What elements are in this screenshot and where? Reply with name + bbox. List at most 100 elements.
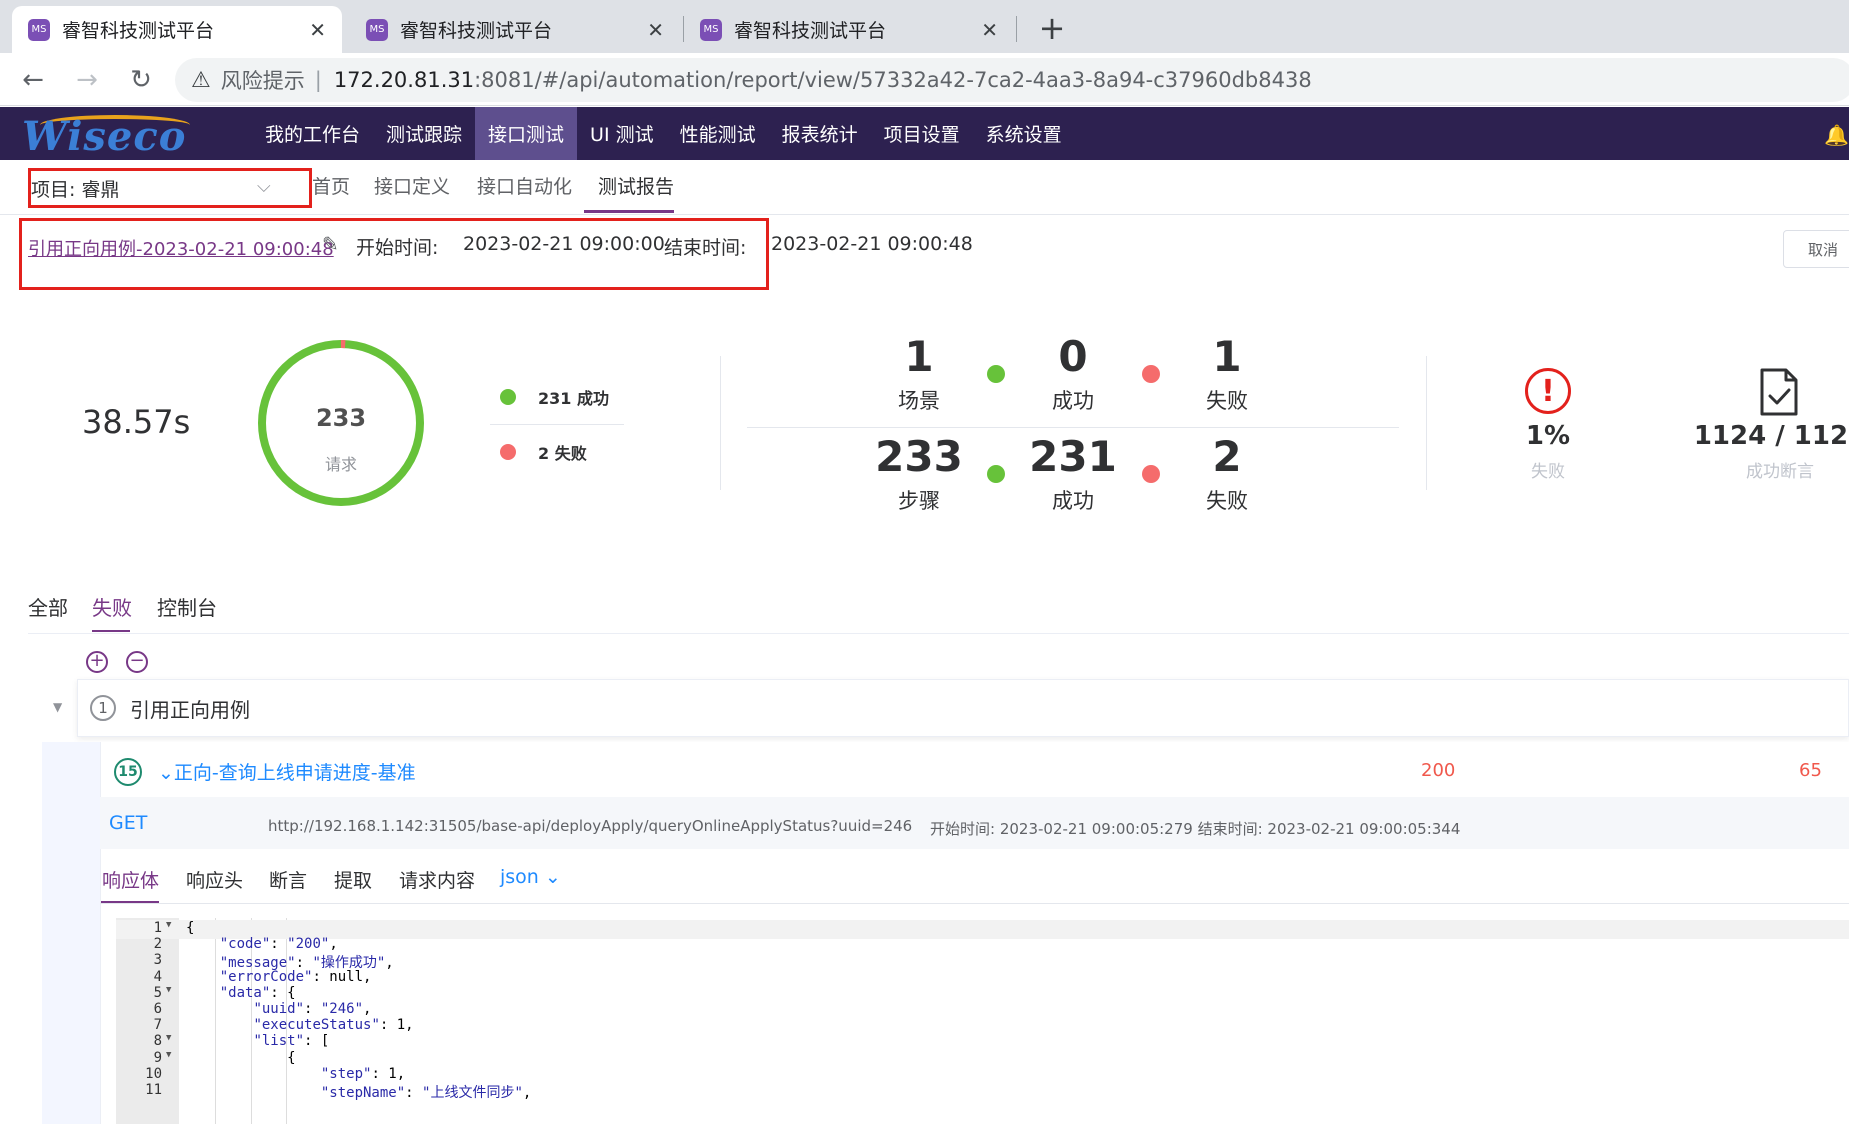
nav-test-tracking[interactable]: 测试跟踪 (373, 107, 475, 160)
success-dot-icon (987, 365, 1005, 383)
fold-caret-icon[interactable]: ▼ (166, 1050, 171, 1060)
fail-dot-icon (1142, 365, 1160, 383)
browser-tab[interactable]: MS 睿智科技测试平台 ✕ (350, 6, 680, 53)
legend-success-text: 231 成功 (538, 388, 609, 408)
back-arrow-icon[interactable]: ← (14, 61, 52, 99)
chevron-down-icon: ⌄ (544, 866, 561, 888)
scenario-success-label: 成功 (1052, 389, 1094, 413)
browser-tab[interactable]: MS 睿智科技测试平台 ✕ (12, 6, 342, 53)
bell-icon[interactable]: 🔔 (1824, 123, 1849, 147)
end-time-value: 2023-02-21 09:00:48 (771, 233, 973, 255)
format-select-value: json (500, 866, 539, 888)
nav-workbench[interactable]: 我的工作台 (252, 107, 373, 160)
start-time-value: 2023-02-21 09:00:00 (463, 233, 665, 255)
line-number: 8 (153, 1033, 162, 1050)
app-favicon-icon: MS (366, 18, 388, 41)
cancel-button[interactable]: 取消 (1783, 230, 1849, 268)
steps-fail-label: 失败 (1206, 489, 1248, 513)
line-number: 9 (153, 1049, 162, 1066)
tab-console[interactable]: 控制台 (157, 592, 217, 621)
step-name[interactable]: ⌄正向-查询上线申请进度-基准 (158, 758, 416, 785)
report-name-link[interactable]: 引用正向用例-2023-02-21 09:00:48 (28, 235, 334, 261)
tab-response-body[interactable]: 响应体 (102, 866, 159, 893)
assertions-label: 成功断言 (1746, 462, 1814, 482)
close-icon[interactable]: ✕ (309, 18, 326, 42)
app-favicon-icon: MS (700, 18, 722, 41)
plus-circle-icon[interactable]: + (86, 651, 108, 673)
exclamation-circle-icon: ! (1525, 368, 1571, 414)
tab-assertions[interactable]: 断言 (269, 866, 307, 893)
url-divider: | (314, 68, 322, 92)
forward-arrow-icon[interactable]: → (68, 61, 106, 99)
divider (720, 356, 721, 490)
subnav-api-definition[interactable]: 接口定义 (374, 172, 450, 199)
fold-caret-icon[interactable]: ▼ (166, 985, 171, 995)
nav-performance-testing[interactable]: 性能测试 (667, 107, 769, 160)
reload-icon[interactable]: ↻ (122, 61, 160, 99)
filter-tab-active-indicator (92, 630, 130, 632)
request-timing: 开始时间: 2023-02-21 09:00:05:279 结束时间: 2023… (930, 820, 1461, 838)
app-header: Wiseco 我的工作台 测试跟踪 接口测试 UI 测试 性能测试 报表统计 项… (0, 107, 1849, 160)
line-number: 11 (145, 1082, 162, 1098)
subnav-home[interactable]: 首页 (312, 172, 350, 199)
fold-caret-icon[interactable]: ▼ (166, 1033, 171, 1043)
legend-success: 231 成功 (490, 369, 624, 425)
caret-down-icon[interactable]: ▼ (53, 700, 62, 714)
request-url: http://192.168.1.142:31505/base-api/depl… (268, 817, 913, 835)
tab-all[interactable]: 全部 (28, 592, 68, 621)
scenario-row[interactable]: 1 引用正向用例 (77, 679, 1849, 737)
new-tab-plus-icon[interactable]: + (1032, 8, 1072, 48)
divider (747, 427, 1399, 428)
code-line: 11 "stepName": "上线文件同步", (116, 1082, 1849, 1101)
format-select[interactable]: json ⌄ (500, 866, 561, 888)
end-time-label: 结束时间: (664, 237, 747, 259)
nav-reports[interactable]: 报表统计 (769, 107, 871, 160)
top-nav: 我的工作台 测试跟踪 接口测试 UI 测试 性能测试 报表统计 项目设置 系统设… (252, 107, 1075, 160)
status-code: 200 (1421, 760, 1456, 781)
fold-caret-icon[interactable]: ▼ (166, 920, 171, 930)
nav-ui-testing[interactable]: UI 测试 (577, 107, 667, 160)
step-index: 15 (114, 758, 142, 786)
minus-circle-icon[interactable]: − (126, 651, 148, 673)
edit-pencil-icon[interactable]: ✎ (322, 232, 339, 256)
tab-response-headers[interactable]: 响应头 (186, 866, 243, 893)
nav-project-settings[interactable]: 项目设置 (871, 107, 973, 160)
scenario-total-label: 场景 (898, 389, 940, 413)
browser-tab-strip: MS 睿智科技测试平台 ✕ MS 睿智科技测试平台 ✕ MS 睿智科技测试平台 … (0, 0, 1849, 53)
subnav-test-report[interactable]: 测试报告 (598, 172, 674, 199)
browser-tab-title: 睿智科技测试平台 (62, 20, 215, 42)
close-icon[interactable]: ✕ (647, 18, 664, 42)
subnav-active-indicator (584, 210, 674, 213)
tab-failed[interactable]: 失败 (92, 592, 132, 621)
legend-fail: 2 失败 (490, 424, 624, 480)
warning-triangle-icon: ⚠ (191, 67, 211, 93)
chevron-down-icon: ⌄ (158, 762, 174, 784)
success-dot-icon (500, 388, 516, 405)
scenario-total: 1 (904, 332, 934, 381)
url-field[interactable]: ⚠ 风险提示 | 172.20.81.31:8081/#/api/automat… (175, 58, 1849, 102)
response-code-editor[interactable]: 1 ▼{2 "code": "200", 3 "message": "操作成功", 4… (116, 918, 1849, 1124)
total-requests: 233 (315, 404, 367, 432)
browser-tab[interactable]: MS 睿智科技测试平台 ✕ (684, 6, 1014, 53)
code-text: { (186, 920, 195, 936)
fail-dot-icon (1142, 465, 1160, 483)
subnav-api-automation[interactable]: 接口自动化 (477, 172, 572, 199)
sub-nav: 项目: 睿鼎 ⌵ 首页 接口定义 接口自动化 测试报告 (0, 160, 1849, 215)
divider (1426, 356, 1427, 490)
nav-api-testing[interactable]: 接口测试 (475, 107, 578, 160)
line-number: 1 (153, 920, 162, 936)
line-number: 2 (153, 936, 162, 953)
response-time: 65 (1799, 760, 1822, 781)
requests-label: 请求 (324, 455, 357, 474)
tab-separator (1016, 16, 1017, 42)
chevron-down-icon: ⌵ (257, 176, 271, 197)
nav-system-settings[interactable]: 系统设置 (973, 107, 1075, 160)
app-logo[interactable]: Wiseco (22, 113, 186, 160)
scenario-fail: 1 (1212, 332, 1242, 381)
line-number: 6 (153, 1001, 162, 1017)
step-name-text: 正向-查询上线申请进度-基准 (173, 762, 416, 784)
tab-extract[interactable]: 提取 (334, 866, 372, 893)
tab-request-content[interactable]: 请求内容 (399, 866, 475, 893)
close-icon[interactable]: ✕ (981, 18, 998, 42)
project-select[interactable]: 项目: 睿鼎 ⌵ (28, 168, 312, 208)
